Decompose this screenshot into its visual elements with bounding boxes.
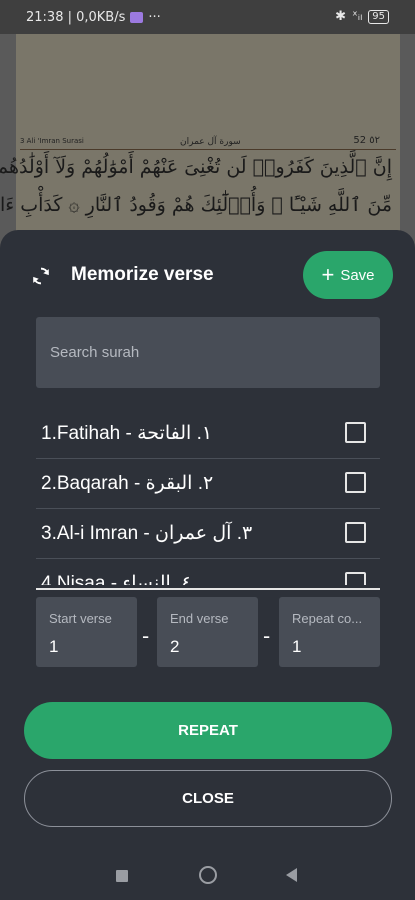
list-item[interactable]: 4.Nisaa - ٤. النساء	[36, 559, 380, 585]
repeat-count-label: Repeat co...	[292, 611, 363, 626]
surah-checkbox[interactable]	[345, 572, 366, 585]
plus-icon: +	[321, 262, 335, 287]
status-right: ✱ ˣᵢₗ 95	[335, 9, 389, 24]
end-verse-label: End verse	[170, 611, 229, 626]
surah-list[interactable]: 1.Fatihah - ١. الفاتحة 2.Baqarah - ٢. ال…	[36, 409, 380, 585]
system-nav-bar	[0, 852, 415, 900]
list-item[interactable]: 1.Fatihah - ١. الفاتحة	[36, 409, 380, 459]
surah-label: 1.Fatihah - ١. الفاتحة	[41, 423, 213, 444]
ayah-line-2[interactable]: مِّنَ ٱللَّهِ شَيْـًٔا ۖ وَأُو۟لَٰٓئِكَ …	[0, 194, 392, 216]
repeat-icon	[33, 267, 49, 285]
quran-page-header: 3 Ali 'Imran Surasi سورة آل عمران 52 ٥٢	[20, 135, 396, 150]
memorize-verse-sheet: Memorize verse + Save 1.Fatihah - ١. الف…	[0, 230, 415, 900]
status-time: 21:38 | 0,0KB/s	[26, 10, 126, 25]
recents-icon[interactable]	[116, 870, 128, 882]
quran-page-background: 3 Ali 'Imran Surasi سورة آل عمران 52 ٥٢ …	[0, 34, 400, 234]
page-number: 52 ٥٢	[353, 135, 380, 146]
close-button[interactable]: CLOSE	[24, 770, 392, 827]
ayah-line-1[interactable]: إِنَّ ٱلَّذِينَ كَفَرُوا۟ لَن تُغْنِىَ ع…	[0, 156, 392, 178]
end-verse-field[interactable]: End verse 2	[157, 597, 258, 667]
sheet-title: Memorize verse	[71, 264, 214, 285]
signal-icon: ˣᵢₗ	[352, 9, 363, 24]
surah-label: 2.Baqarah - ٢. البقرة	[41, 473, 214, 494]
surah-checkbox[interactable]	[345, 472, 366, 493]
surah-header-center: سورة آل عمران	[180, 137, 241, 147]
more-notifications-icon: ···	[148, 10, 161, 25]
surah-label: 3.Al-i Imran - ٣. آل عمران	[41, 523, 253, 544]
save-button[interactable]: + Save	[303, 251, 393, 299]
range-separator: -	[263, 624, 271, 648]
list-item[interactable]: 3.Al-i Imran - ٣. آل عمران	[36, 509, 380, 559]
list-item[interactable]: 2.Baqarah - ٢. البقرة	[36, 459, 380, 509]
surah-header-left: 3 Ali 'Imran Surasi	[20, 137, 84, 145]
surah-label: 4.Nisaa - ٤. النساء	[41, 573, 192, 585]
start-verse-value[interactable]: 1	[49, 637, 58, 657]
start-verse-field[interactable]: Start verse 1	[36, 597, 137, 667]
end-verse-value[interactable]: 2	[170, 637, 179, 657]
save-button-label: Save	[340, 266, 375, 284]
back-icon[interactable]	[286, 868, 297, 882]
search-surah-box[interactable]	[36, 317, 380, 388]
start-verse-label: Start verse	[49, 611, 112, 626]
home-icon[interactable]	[199, 866, 217, 884]
repeat-button[interactable]: REPEAT	[24, 702, 392, 759]
list-divider	[36, 588, 380, 590]
battery-icon: 95	[368, 9, 389, 24]
status-left: 21:38 | 0,0KB/s ···	[26, 10, 161, 25]
bluetooth-icon: ✱	[335, 9, 346, 24]
repeat-count-value[interactable]: 1	[292, 637, 301, 657]
status-bar: 21:38 | 0,0KB/s ··· ✱ ˣᵢₗ 95	[0, 0, 415, 34]
message-notification-icon	[130, 12, 144, 23]
range-separator: -	[142, 624, 150, 648]
surah-checkbox[interactable]	[345, 422, 366, 443]
search-surah-input[interactable]	[36, 317, 380, 388]
repeat-count-field[interactable]: Repeat co... 1	[279, 597, 380, 667]
surah-checkbox[interactable]	[345, 522, 366, 543]
